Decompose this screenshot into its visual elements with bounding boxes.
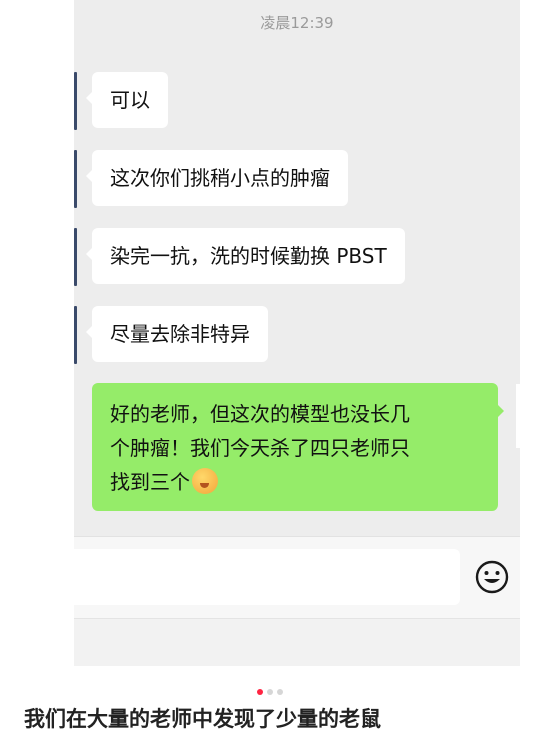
post-caption: 我们在大量的老师中发现了少量的老鼠 bbox=[24, 707, 381, 731]
image-pager bbox=[0, 680, 540, 699]
outgoing-message-line: 好的老师，但这次的模型也没长几 bbox=[110, 402, 410, 426]
chat-input-bar bbox=[74, 536, 520, 618]
avatar bbox=[74, 150, 77, 208]
incoming-message[interactable]: 染完一抗，洗的时候勤换 PBST bbox=[86, 228, 405, 284]
pager-dot-active[interactable] bbox=[257, 689, 263, 695]
post-container: 凌晨12:39 可以 这次你们挑稍小点的肿瘤 染完一抗，洗的时候勤换 PBST … bbox=[0, 0, 540, 753]
emoji-button[interactable] bbox=[474, 559, 510, 595]
message-input[interactable] bbox=[74, 549, 460, 605]
chat-screenshot: 凌晨12:39 可以 这次你们挑稍小点的肿瘤 染完一抗，洗的时候勤换 PBST … bbox=[74, 0, 520, 666]
chat-timestamp: 凌晨12:39 bbox=[260, 14, 334, 32]
smile-face-icon bbox=[475, 560, 509, 594]
outgoing-message-text: 找到三个 bbox=[110, 470, 190, 494]
incoming-message[interactable]: 可以 bbox=[86, 72, 168, 128]
incoming-message[interactable]: 这次你们挑稍小点的肿瘤 bbox=[86, 150, 348, 206]
smirk-emoji-icon bbox=[192, 468, 218, 494]
chat-tool-tray bbox=[74, 618, 520, 666]
avatar bbox=[74, 306, 77, 364]
outgoing-message-line: 个肿瘤！我们今天杀了四只老师只 bbox=[110, 436, 410, 460]
incoming-message[interactable]: 尽量去除非特异 bbox=[86, 306, 268, 362]
pager-dot[interactable] bbox=[277, 689, 283, 695]
outgoing-message-line: 找到三个 bbox=[110, 465, 480, 499]
avatar bbox=[74, 72, 77, 130]
avatar bbox=[74, 228, 77, 286]
pager-dot[interactable] bbox=[267, 689, 273, 695]
self-avatar bbox=[516, 384, 520, 448]
outgoing-message[interactable]: 好的老师，但这次的模型也没长几 个肿瘤！我们今天杀了四只老师只 找到三个 bbox=[92, 383, 504, 511]
